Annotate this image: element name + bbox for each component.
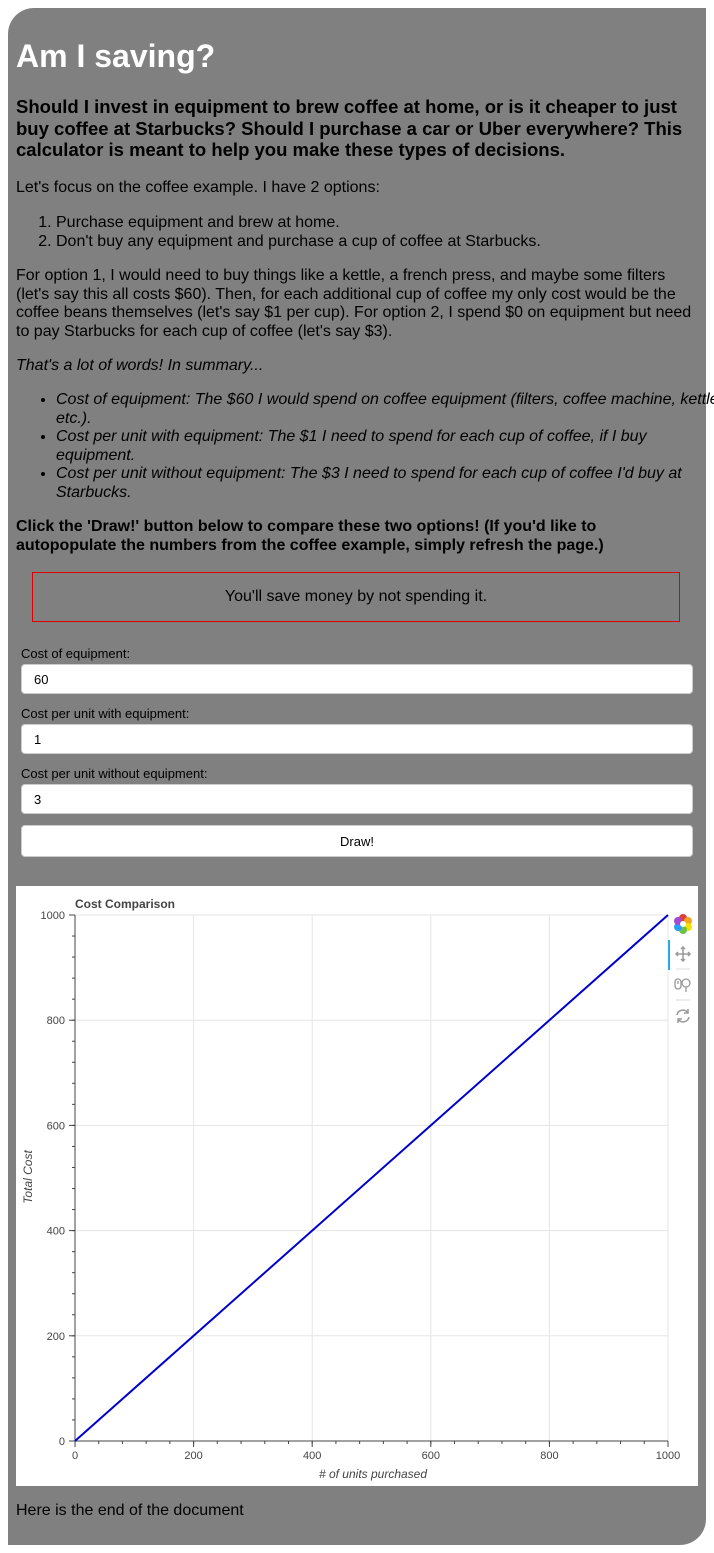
unit-cost-with-input[interactable]: 1 [21, 724, 693, 754]
page-card: Am I saving? Should I invest in equipmen… [8, 8, 714, 1545]
y-tick-label: 400 [47, 1226, 65, 1238]
y-tick-label: 800 [47, 1015, 65, 1027]
active-tool-indicator [668, 940, 670, 970]
series-line [74, 914, 669, 1442]
summary-intro: That's a lot of words! In summary... [16, 357, 264, 374]
options-list: Purchase equipment and brew at home. Don… [16, 214, 714, 251]
equipment-cost-label: Cost of equipment: [21, 646, 131, 661]
equipment-cost-input[interactable]: 60 [21, 664, 693, 694]
summary-item: Cost per unit without equipment: The $3 … [56, 465, 714, 502]
y-tick-label: 0 [59, 1436, 65, 1448]
reset-icon[interactable] [676, 1009, 690, 1023]
unit-cost-without-value: 3 [34, 791, 42, 807]
equipment-cost-value: 60 [34, 671, 49, 687]
option-item: Purchase equipment and brew at home. [56, 214, 714, 233]
page-subtitle: Should I invest in equipment to brew cof… [16, 96, 683, 160]
x-tick-label: 1000 [656, 1450, 680, 1462]
x-tick-label: 0 [72, 1450, 78, 1462]
chart-series [74, 914, 669, 1442]
y-tick-label: 200 [47, 1331, 65, 1343]
summary-item: Cost of equipment: The $60 I would spend… [56, 391, 714, 428]
intro-text: Let's focus on the coffee example. I hav… [16, 179, 380, 196]
page-title: Am I saving? [16, 38, 216, 74]
instructions-text: Click the 'Draw!' button below to compar… [16, 518, 604, 554]
chart-axes: 0 200 400 600 800 1000 0 200 400 600 800 1000 [41, 910, 681, 1462]
option-item: Don't buy any equipment and purchase a c… [56, 233, 714, 252]
unit-cost-with-label: Cost per unit with equipment: [21, 706, 190, 721]
pan-icon[interactable] [674, 945, 692, 963]
chart-svg: Cost Comparison 0 200 400 600 800 1000 0 200 400… [21, 897, 692, 1481]
plot-toolbar [668, 914, 692, 1023]
cost-comparison-plot[interactable]: Cost Comparison 0 200 400 600 800 1000 0 200 400… [16, 886, 698, 1486]
x-tick-label: 800 [540, 1450, 558, 1462]
x-tick-label: 400 [303, 1450, 321, 1462]
wheel-zoom-icon[interactable] [674, 978, 691, 992]
unit-cost-with-value: 1 [34, 731, 42, 747]
y-axis-label: Total Cost [21, 1150, 35, 1204]
result-notice-text: You'll save money by not spending it. [224, 588, 488, 605]
bokeh-logo-icon[interactable] [674, 914, 692, 934]
draw-button[interactable]: Draw! [21, 825, 693, 857]
unit-cost-without-label: Cost per unit without equipment: [21, 766, 208, 781]
summary-list: Cost of equipment: The $60 I would spend… [16, 391, 714, 502]
summary-item: Cost per unit with equipment: The $1 I n… [56, 428, 714, 465]
y-tick-label: 600 [47, 1120, 65, 1132]
x-axis-label: # of units purchased [319, 1467, 427, 1481]
result-notice: You'll save money by not spending it. [32, 572, 680, 622]
draw-button-label: Draw! [340, 833, 374, 849]
x-tick-label: 200 [184, 1450, 202, 1462]
chart-title: Cost Comparison [75, 897, 175, 911]
unit-cost-without-input[interactable]: 3 [21, 784, 693, 814]
y-tick-label: 1000 [41, 910, 65, 922]
explanation-text: For option 1, I would need to buy things… [16, 267, 692, 340]
x-tick-label: 600 [422, 1450, 440, 1462]
end-text: Here is the end of the document [16, 1502, 244, 1519]
